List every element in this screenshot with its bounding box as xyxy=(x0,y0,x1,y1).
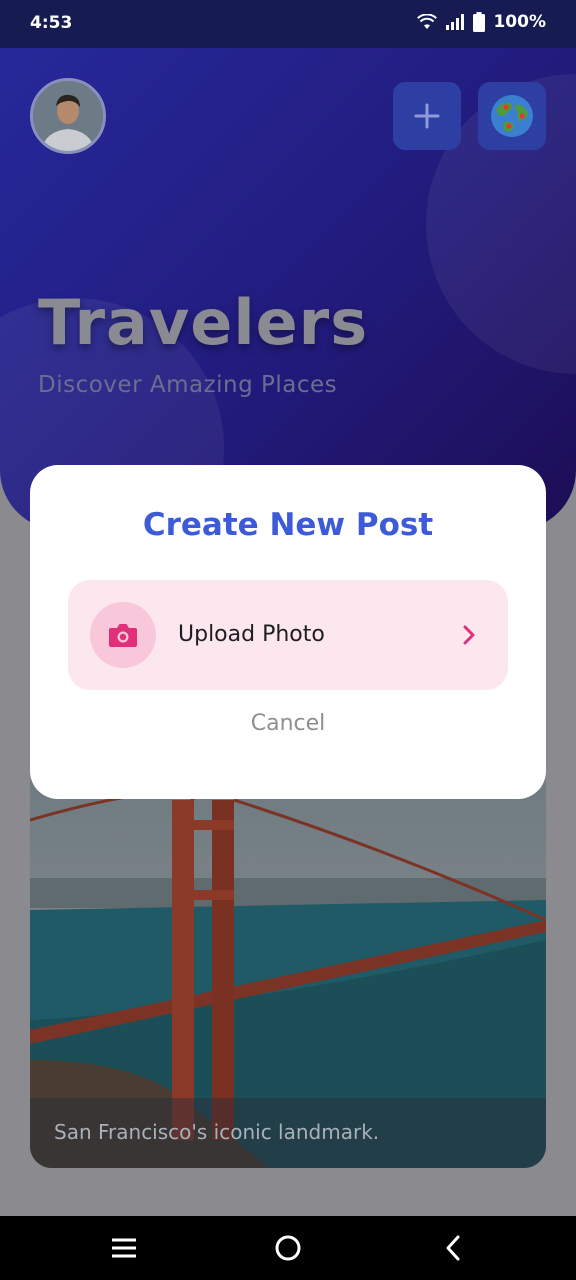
back-chevron-icon[interactable] xyxy=(440,1234,468,1262)
status-icons: 100% xyxy=(417,12,546,32)
system-nav-bar xyxy=(0,1216,576,1280)
camera-icon xyxy=(109,624,137,647)
wifi-icon xyxy=(417,14,438,29)
header: Travelers Discover Amazing Places xyxy=(0,48,576,530)
battery-percent: 100% xyxy=(493,12,546,32)
create-post-dialog: Create New Post Upload Photo Cancel xyxy=(30,465,546,799)
menu-icon[interactable] xyxy=(110,1234,138,1262)
status-time: 4:53 xyxy=(30,13,73,33)
globe-icon xyxy=(491,95,533,137)
plus-icon xyxy=(414,103,440,129)
app-subtitle: Discover Amazing Places xyxy=(38,372,338,398)
card-caption: San Francisco's iconic landmark. xyxy=(54,1120,380,1144)
signal-icon xyxy=(446,14,465,30)
map-button[interactable] xyxy=(478,82,546,150)
dialog-title: Create New Post xyxy=(142,507,434,543)
chevron-right-icon xyxy=(463,625,475,645)
avatar[interactable] xyxy=(30,78,106,154)
place-card[interactable]: San Francisco's iconic landmark. xyxy=(30,760,546,1168)
app-title: Travelers xyxy=(38,286,369,359)
caption-bar: San Francisco's iconic landmark. xyxy=(30,1098,546,1168)
cancel-button[interactable]: Cancel xyxy=(30,711,546,736)
upload-photo-label: Upload Photo xyxy=(178,622,325,647)
camera-icon-circle xyxy=(90,602,156,668)
home-circle-icon[interactable] xyxy=(274,1234,302,1262)
status-bar: 4:53 100% xyxy=(0,0,576,48)
battery-icon xyxy=(473,12,486,32)
add-post-button[interactable] xyxy=(393,82,461,150)
upload-photo-button[interactable]: Upload Photo xyxy=(68,580,508,690)
